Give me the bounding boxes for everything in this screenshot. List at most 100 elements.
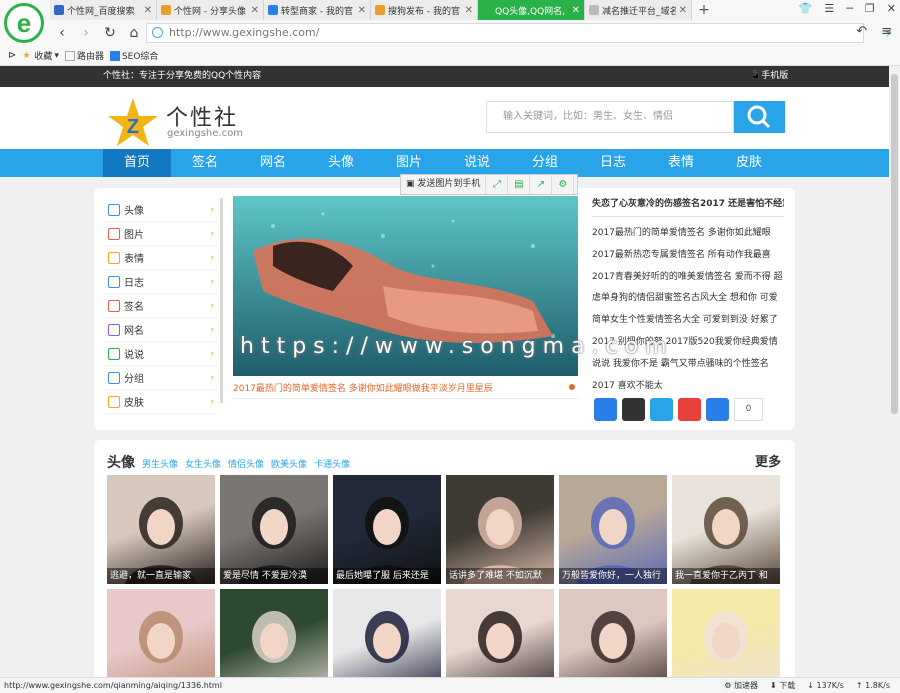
category-menu-item[interactable]: 表情 › [104, 246, 217, 270]
tab-close-icon[interactable]: ✕ [144, 5, 152, 16]
slide-indicator[interactable] [569, 384, 575, 390]
undo-close-icon[interactable]: ↶ [856, 24, 867, 39]
featured-caption-text: 2017最热门的简单爱情签名 多谢你如此耀眼做我平淡岁月里星辰 [233, 384, 493, 394]
favorite-seo[interactable]: SEO综合 [109, 49, 158, 62]
category-menu-item[interactable]: 分组 › [104, 366, 217, 390]
send-to-phone-button[interactable]: ▣ 发送图片到手机 [401, 175, 487, 194]
avatar-category-link[interactable]: 女生头像 [185, 457, 221, 470]
scroll-thumb[interactable] [891, 74, 898, 414]
category-menu-item[interactable]: 说说 › [104, 342, 217, 366]
featured-caption[interactable]: 2017最热门的简单爱情签名 多谢你如此耀眼做我平淡岁月里星辰 [233, 381, 578, 399]
menu-scrollbar[interactable] [220, 198, 223, 403]
nav-right-tools: ↶ ≡ [856, 24, 892, 39]
forward-button[interactable]: › [74, 25, 98, 41]
avatar-thumbnail[interactable] [333, 589, 441, 677]
more-link[interactable]: 更多 [755, 451, 781, 470]
tab-close-icon[interactable]: ✕ [251, 5, 259, 16]
avatar-thumbnail[interactable]: 爱是尽情 不爱是冷漠 [220, 475, 328, 584]
avatar-thumbnail[interactable] [672, 589, 780, 677]
tencent-share-icon[interactable] [650, 398, 673, 421]
search-button[interactable] [734, 101, 785, 133]
avatar-thumbnail[interactable] [446, 589, 554, 677]
avatar-thumbnail[interactable] [220, 589, 328, 677]
site-search-input[interactable]: 输入关键词，比如：男生、女生、情侣 [486, 101, 734, 133]
tab-close-icon[interactable]: ✕ [358, 5, 366, 16]
mobile-version-link[interactable]: 📱手机版 [750, 66, 788, 87]
back-button[interactable]: ‹ [50, 25, 74, 41]
nav-item[interactable]: 图片 [375, 149, 443, 177]
avatar-thumbnail[interactable]: 逃避，就一直是输家 [107, 475, 215, 584]
avatar-category-link[interactable]: 欧美头像 [271, 457, 307, 470]
sidebar-toggle-icon[interactable]: ⊳ [8, 50, 16, 61]
share-icon[interactable]: ↗ [530, 175, 553, 194]
nav-item[interactable]: 皮肤 [715, 149, 783, 177]
browser-tab[interactable]: 个性网_百度搜索 ✕ [50, 0, 157, 20]
page-scrollbar[interactable] [889, 66, 900, 677]
category-menu-item[interactable]: 皮肤 › [104, 390, 217, 414]
home-button[interactable]: ⌂ [122, 25, 146, 41]
browser-tab[interactable]: 搜狗发布 - 我的官 ✕ [371, 0, 478, 20]
settings-icon[interactable]: ⚙ [552, 175, 575, 194]
address-bar[interactable]: http://www.gexingshe.com/ ⚡ [146, 23, 893, 43]
nav-item[interactable]: 首页 [103, 149, 171, 177]
avatar-category-link[interactable]: 卡通头像 [314, 457, 350, 470]
tab-close-icon[interactable]: ✕ [572, 5, 580, 16]
skin-icon[interactable]: 👕 [799, 2, 813, 15]
close-window-button[interactable]: ✕ [887, 2, 896, 15]
avatar-thumbnail[interactable]: 我一直爱你于乙丙丁 和 [672, 475, 780, 584]
more-share-icon[interactable] [706, 398, 729, 421]
article-title[interactable]: 失恋了心灰意冷的伤感签名2017 还是害怕不经意间 [592, 196, 784, 217]
accelerator-button[interactable]: ⚙ 加速器 [724, 678, 758, 693]
article-list[interactable]: 2017最热门的简单爱情签名 多谢你如此耀眼 2017最新热恋专属爱情签名 所有… [592, 223, 784, 419]
more-menu-icon[interactable]: ≡ [881, 24, 892, 39]
tab-close-icon[interactable]: ✕ [465, 5, 473, 16]
avatar-thumbnail[interactable] [107, 589, 215, 677]
nav-item[interactable]: 头像 [307, 149, 375, 177]
qzone-share-icon[interactable] [594, 398, 617, 421]
avatar-category-link[interactable]: 男生头像 [142, 457, 178, 470]
new-tab-button[interactable]: + [692, 0, 716, 20]
avatar-category-link[interactable]: 情侣头像 [228, 457, 264, 470]
nav-item[interactable]: 表情 [647, 149, 715, 177]
browser-logo-icon[interactable]: e [4, 3, 44, 43]
category-label: 分组 [124, 374, 144, 385]
tab-favicon [589, 5, 599, 15]
nav-item[interactable]: 网名 [239, 149, 307, 177]
featured-card: ▣ 发送图片到手机 ⤢ ▤ ↗ ⚙ 头像 › 图片 › 表情 › 日志 › 签名 › 网名 › 说说 › 分… [94, 174, 795, 430]
browser-tab[interactable]: 减名推迁平台_域名 ✕ [585, 0, 692, 20]
category-menu-item[interactable]: 网名 › [104, 318, 217, 342]
avatar-thumbnail[interactable]: 最后她曝了服 后来还是 [333, 475, 441, 584]
menu-icon[interactable]: ☰ [824, 2, 834, 15]
favorite-router[interactable]: 路由器 [64, 49, 104, 62]
avatar-thumbnail[interactable] [559, 589, 667, 677]
category-menu-item[interactable]: 日志 › [104, 270, 217, 294]
category-icon [108, 251, 120, 264]
qq-share-icon[interactable] [622, 398, 645, 421]
avatar-thumbnail[interactable]: 话讲多了难堪 不如沉默 [446, 475, 554, 584]
category-menu: 头像 › 图片 › 表情 › 日志 › 签名 › 网名 › 说说 › 分组 › 皮肤 › [104, 198, 217, 414]
tab-favicon [482, 5, 492, 15]
save-icon[interactable]: ▤ [508, 175, 531, 194]
tab-close-icon[interactable]: ✕ [679, 5, 687, 16]
nav-item[interactable]: 日志 [579, 149, 647, 177]
category-menu-item[interactable]: 签名 › [104, 294, 217, 318]
browser-tab[interactable]: QQ头像,QQ网名, ✕ [478, 0, 585, 20]
globe-icon [152, 27, 163, 38]
site-logo-star-icon[interactable]: Z [107, 97, 159, 149]
fullscreen-icon[interactable]: ⤢ [486, 175, 509, 194]
avatar-section-header: 头像 男生头像 女生头像 情侣头像 欧美头像 卡通头像 [107, 452, 350, 472]
nav-item[interactable]: 签名 [171, 149, 239, 177]
weibo-share-icon[interactable] [678, 398, 701, 421]
minimize-button[interactable]: ─ [846, 2, 853, 15]
reload-button[interactable]: ↻ [98, 25, 122, 41]
nav-item[interactable]: 分组 [511, 149, 579, 177]
avatar-thumbnail[interactable]: 万般皆爱你好，一人独行 [559, 475, 667, 584]
maximize-button[interactable]: ❐ [865, 2, 875, 15]
browser-tab[interactable]: 转型商家 - 我的官 ✕ [264, 0, 371, 20]
category-menu-item[interactable]: 头像 › [104, 198, 217, 222]
favorite-collect[interactable]: ★ 收藏 ▾ [22, 49, 59, 63]
category-menu-item[interactable]: 图片 › [104, 222, 217, 246]
browser-tab[interactable]: 个性网 - 分享头像 ✕ [157, 0, 264, 20]
download-button[interactable]: ⬇ 下载 [770, 678, 795, 693]
nav-item[interactable]: 说说 [443, 149, 511, 177]
